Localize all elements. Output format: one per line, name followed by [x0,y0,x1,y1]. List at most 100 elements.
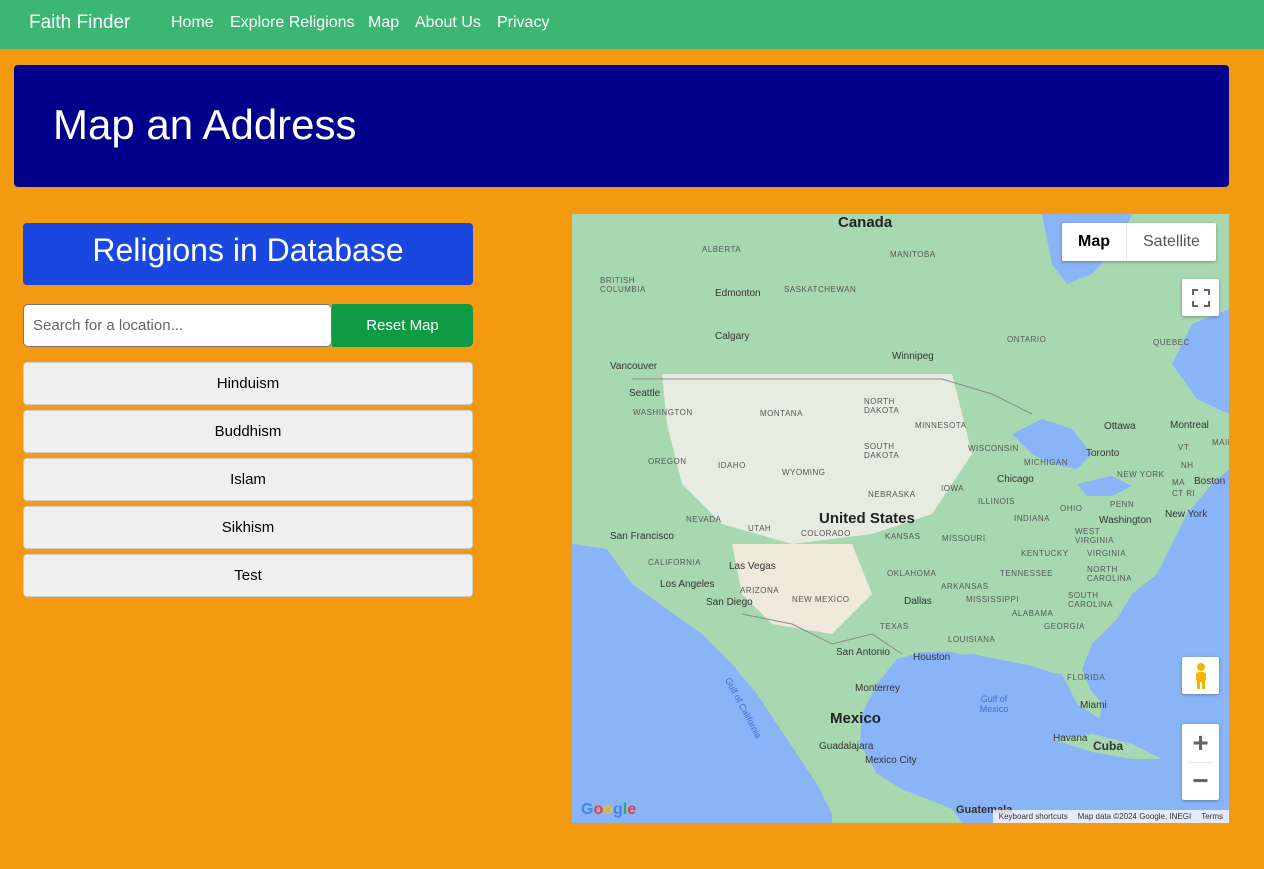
map-label: Toronto [1086,448,1120,459]
map-label-mexico: Mexico [830,710,881,727]
map-label: Calgary [715,331,750,342]
map-attribution: Keyboard shortcuts Map data ©2024 Google… [992,810,1229,823]
map-label: TENNESSEE [1000,569,1053,578]
map-label: MISSOURI [942,534,986,543]
fullscreen-icon [1191,288,1210,307]
map-label: Boston [1194,476,1226,487]
nav-link-map[interactable]: Map [368,14,399,32]
nav-link-privacy[interactable]: Privacy [497,14,549,32]
hero-banner: Map an Address [14,65,1229,187]
location-search-input[interactable] [23,304,332,347]
map-label: Montreal [1170,420,1209,431]
map-label: Ottawa [1104,421,1136,432]
zoom-out-button[interactable]: − [1182,762,1219,800]
keyboard-shortcuts-link[interactable]: Keyboard shortcuts [999,810,1068,823]
map-label: Guadalajara [819,741,874,752]
map-label: Mexico City [865,755,917,766]
map-label: MONTANA [760,409,803,418]
map-label: SOUTH DAKOTA [864,442,900,460]
map-label: CT RI [1172,489,1196,498]
google-map[interactable]: Canada ALBERTA MANITOBA BRITISH COLUMBIA… [572,214,1229,823]
map-label: COLORADO [801,529,851,538]
map-label: Gulf of Mexico [979,694,1009,714]
religion-button-hinduism[interactable]: Hinduism [23,362,473,405]
map-label: MISSISSIPPI [966,595,1020,604]
map-type-map-button[interactable]: Map [1062,223,1126,261]
religion-button-buddhism[interactable]: Buddhism [23,410,473,453]
map-label: New York [1165,509,1208,520]
map-label: ILLINOIS [978,497,1015,506]
map-label: Vancouver [610,361,658,372]
map-label: Chicago [997,474,1034,485]
map-label: IOWA [941,484,965,493]
street-view-pegman-button[interactable] [1182,657,1219,694]
terms-link[interactable]: Terms [1201,810,1223,823]
map-label: Miami [1080,700,1107,711]
map-label: TEXAS [880,622,909,631]
religions-header: Religions in Database [23,223,473,285]
map-label: Los Angeles [660,579,715,590]
nav-link-explore-religions[interactable]: Explore Religions [230,14,355,32]
religion-button-test[interactable]: Test [23,554,473,597]
page-title: Map an Address [53,101,357,148]
google-logo: Google [581,801,637,818]
religion-button-sikhism[interactable]: Sikhism [23,506,473,549]
map-label: FLORIDA [1067,673,1106,682]
map-label: MANITOBA [890,250,936,259]
map-label: NEW MEXICO [792,595,850,604]
fullscreen-button[interactable] [1182,279,1219,316]
nav-link-home[interactable]: Home [171,14,214,32]
map-label: NORTH DAKOTA [864,397,900,415]
map-label: Houston [913,652,951,663]
map-label: MAINE [1212,438,1229,447]
pegman-icon [1195,662,1206,689]
zoom-in-button[interactable]: + [1182,724,1219,762]
map-label: Cuba [1093,739,1123,753]
map-type-satellite-button[interactable]: Satellite [1126,223,1216,261]
map-label: Edmonton [715,288,761,299]
map-label: MINNESOTA [915,421,967,430]
map-label: IDAHO [718,461,746,470]
map-label: NEW YORK [1117,470,1165,479]
map-label: PENN [1110,500,1135,509]
reset-map-button[interactable]: Reset Map [332,304,473,347]
map-label: ONTARIO [1007,335,1047,344]
map-label: NEVADA [686,515,722,524]
zoom-control: + − [1182,724,1219,800]
zoom-divider [1188,762,1213,763]
map-label: VT [1178,443,1190,452]
map-label: WEST VIRGINIA [1075,527,1115,545]
nav-link-about-us[interactable]: About Us [415,14,481,32]
map-data-text: Map data ©2024 Google, INEGI [1077,812,1192,821]
map-label: KENTUCKY [1021,549,1069,558]
map-label: VIRGINIA [1087,549,1127,558]
map-label: NH [1181,461,1194,470]
map-label: SOUTH CAROLINA [1068,591,1113,609]
religion-button-islam[interactable]: Islam [23,458,473,501]
map-label: WISCONSIN [968,444,1019,453]
map-label: ARKANSAS [941,582,989,591]
map-label: CALIFORNIA [648,558,702,567]
map-label: Las Vegas [729,561,776,572]
map-label: San Antonio [836,647,890,658]
map-label: NORTH CAROLINA [1087,565,1132,583]
map-label: Seattle [629,388,661,399]
map-label: San Francisco [610,531,674,542]
map-label: WYOMING [782,468,826,477]
map-label: MA [1172,478,1185,487]
brand-link[interactable]: Faith Finder [29,12,130,34]
map-label: OREGON [648,457,687,466]
map-label: Washington [1099,515,1152,526]
map-label: GEORGIA [1044,622,1085,631]
map-label: SASKATCHEWAN [784,285,857,294]
map-label: Winnipeg [892,351,934,362]
map-label: Dallas [904,596,932,607]
map-label: San Diego [706,597,753,608]
map-label: INDIANA [1014,514,1050,523]
map-label: OHIO [1060,504,1083,513]
map-label: UTAH [748,524,772,533]
map-label: NEBRASKA [868,490,916,499]
map-label-united-states: United States [819,510,915,527]
map-label: Monterrey [855,683,901,694]
map-label-canada: Canada [838,214,893,231]
